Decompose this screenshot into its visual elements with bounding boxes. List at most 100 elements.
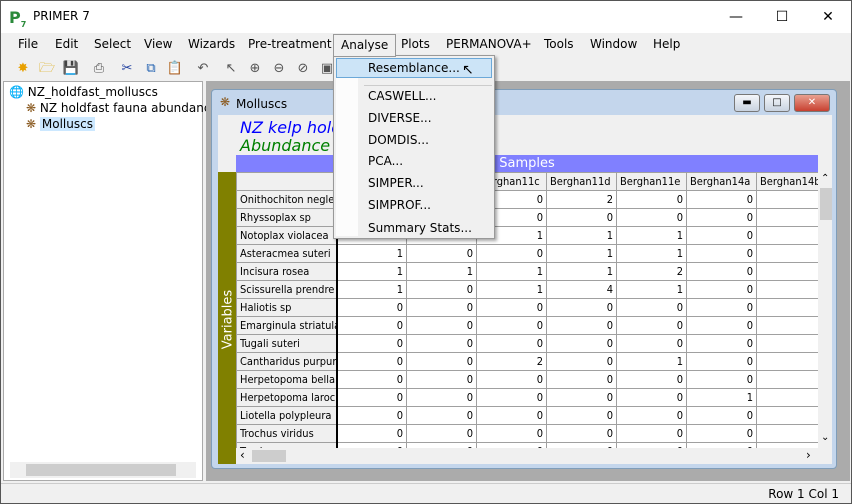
tree-horizontal-scrollbar[interactable] — [10, 462, 196, 478]
tree-item-fauna-abundance[interactable]: ❋ NZ holdfast fauna abundance — [26, 101, 218, 115]
table-cell[interactable]: 0 — [336, 334, 407, 353]
table-cell[interactable]: 1 — [616, 280, 687, 299]
table-cell[interactable]: 0 — [406, 388, 477, 407]
menu-tools[interactable]: Tools — [544, 37, 574, 51]
table-cell[interactable]: 0 — [476, 424, 547, 443]
table-cell[interactable] — [756, 280, 818, 299]
scroll-right-icon[interactable]: › — [806, 448, 811, 462]
column-header[interactable]: Berghan14b — [756, 172, 818, 191]
table-cell[interactable]: 0 — [336, 316, 407, 335]
table-cell[interactable]: 0 — [546, 334, 617, 353]
table-cell[interactable]: 0 — [546, 406, 617, 425]
scroll-up-icon[interactable]: ⌃ — [821, 173, 829, 184]
print-icon[interactable]: ⎙ — [89, 59, 109, 79]
vertical-scrollbar[interactable]: ⌃ ⌄ — [818, 172, 832, 448]
table-cell[interactable] — [756, 334, 818, 353]
table-cell[interactable] — [756, 370, 818, 389]
table-cell[interactable]: 0 — [336, 352, 407, 371]
table-cell[interactable]: 2 — [476, 352, 547, 371]
scroll-left-icon[interactable]: ‹ — [240, 448, 245, 462]
table-cell[interactable]: 1 — [546, 262, 617, 281]
scroll-thumb[interactable] — [252, 450, 286, 462]
table-cell[interactable] — [756, 316, 818, 335]
table-cell[interactable]: 0 — [406, 298, 477, 317]
horizontal-scrollbar[interactable]: ‹ › — [236, 448, 818, 464]
table-cell[interactable]: 0 — [476, 244, 547, 263]
table-cell[interactable]: 0 — [686, 190, 757, 209]
table-cell[interactable]: 0 — [476, 370, 547, 389]
table-cell[interactable]: 0 — [616, 370, 687, 389]
table-cell[interactable]: 1 — [616, 226, 687, 245]
close-button[interactable]: ✕ — [805, 1, 851, 33]
table-cell[interactable]: 0 — [616, 316, 687, 335]
table-cell[interactable] — [756, 190, 818, 209]
table-cell[interactable]: 1 — [336, 244, 407, 263]
zoom-reset-icon[interactable]: ⊘ — [293, 59, 313, 79]
table-cell[interactable]: 1 — [476, 280, 547, 299]
table-cell[interactable] — [756, 424, 818, 443]
menu-item-simper[interactable]: SIMPER... — [368, 176, 424, 190]
table-cell[interactable]: 0 — [616, 190, 687, 209]
table-cell[interactable]: 0 — [406, 316, 477, 335]
table-cell[interactable]: 0 — [686, 406, 757, 425]
table-cell[interactable]: 0 — [686, 298, 757, 317]
table-cell[interactable]: 0 — [616, 424, 687, 443]
new-icon[interactable]: ✸ — [13, 59, 33, 79]
table-cell[interactable]: 0 — [406, 370, 477, 389]
table-cell[interactable] — [756, 352, 818, 371]
table-cell[interactable]: 0 — [476, 388, 547, 407]
menu-file[interactable]: File — [18, 37, 38, 51]
table-cell[interactable]: 0 — [336, 298, 407, 317]
row-header[interactable]: Liotella polypleura — [236, 406, 338, 425]
table-cell[interactable] — [756, 406, 818, 425]
table-cell[interactable]: 0 — [616, 388, 687, 407]
table-cell[interactable]: 1 — [686, 388, 757, 407]
table-cell[interactable]: 1 — [336, 262, 407, 281]
row-header[interactable]: Cantharidus purpur — [236, 352, 338, 371]
menu-window[interactable]: Window — [590, 37, 637, 51]
open-folder-icon[interactable]: 🗁 — [37, 59, 57, 79]
table-cell[interactable]: 0 — [406, 334, 477, 353]
table-cell[interactable]: 0 — [686, 424, 757, 443]
pointer-icon[interactable]: ↖ — [221, 59, 241, 79]
menu-item-resemblance[interactable]: Resemblance... — [368, 61, 460, 75]
table-cell[interactable] — [756, 298, 818, 317]
table-cell[interactable]: 0 — [686, 262, 757, 281]
row-header[interactable]: Onithochiton negle — [236, 190, 338, 209]
table-cell[interactable]: 0 — [686, 280, 757, 299]
menu-help[interactable]: Help — [653, 37, 680, 51]
table-cell[interactable]: 1 — [476, 262, 547, 281]
table-cell[interactable]: 0 — [686, 244, 757, 263]
table-cell[interactable]: 0 — [476, 406, 547, 425]
scroll-thumb[interactable] — [820, 188, 832, 220]
copy-icon[interactable]: ⧉ — [141, 59, 161, 79]
table-cell[interactable]: 0 — [406, 244, 477, 263]
table-cell[interactable]: 0 — [336, 424, 407, 443]
menu-item-domdis[interactable]: DOMDIS... — [368, 133, 429, 147]
child-restore-button[interactable]: □ — [764, 94, 790, 112]
table-cell[interactable]: 1 — [406, 262, 477, 281]
minimize-button[interactable]: — — [713, 1, 759, 33]
row-header[interactable]: Tugali suteri — [236, 334, 338, 353]
menu-item-simprof[interactable]: SIMPROF... — [368, 198, 431, 212]
column-header[interactable]: Berghan14a — [686, 172, 757, 191]
data-grid[interactable]: Berghan11c Berghan11d Berghan11e Berghan14a… — [236, 172, 818, 448]
table-cell[interactable] — [756, 208, 818, 227]
menu-item-caswell[interactable]: CASWELL... — [368, 89, 436, 103]
table-cell[interactable]: 0 — [686, 226, 757, 245]
table-cell[interactable]: 0 — [546, 316, 617, 335]
menu-permanova[interactable]: PERMANOVA+ — [446, 37, 532, 51]
table-cell[interactable] — [756, 388, 818, 407]
scroll-thumb[interactable] — [26, 464, 176, 476]
table-cell[interactable] — [756, 226, 818, 245]
table-cell[interactable]: 0 — [616, 298, 687, 317]
menu-item-diverse[interactable]: DIVERSE... — [368, 111, 432, 125]
table-cell[interactable]: 0 — [476, 334, 547, 353]
row-header[interactable]: Rhyssoplax sp — [236, 208, 338, 227]
menu-select[interactable]: Select — [94, 37, 131, 51]
table-cell[interactable]: 0 — [546, 298, 617, 317]
table-cell[interactable]: 1 — [616, 352, 687, 371]
table-cell[interactable]: 0 — [336, 406, 407, 425]
table-cell[interactable] — [756, 262, 818, 281]
row-header[interactable]: Asteracmea suteri — [236, 244, 338, 263]
